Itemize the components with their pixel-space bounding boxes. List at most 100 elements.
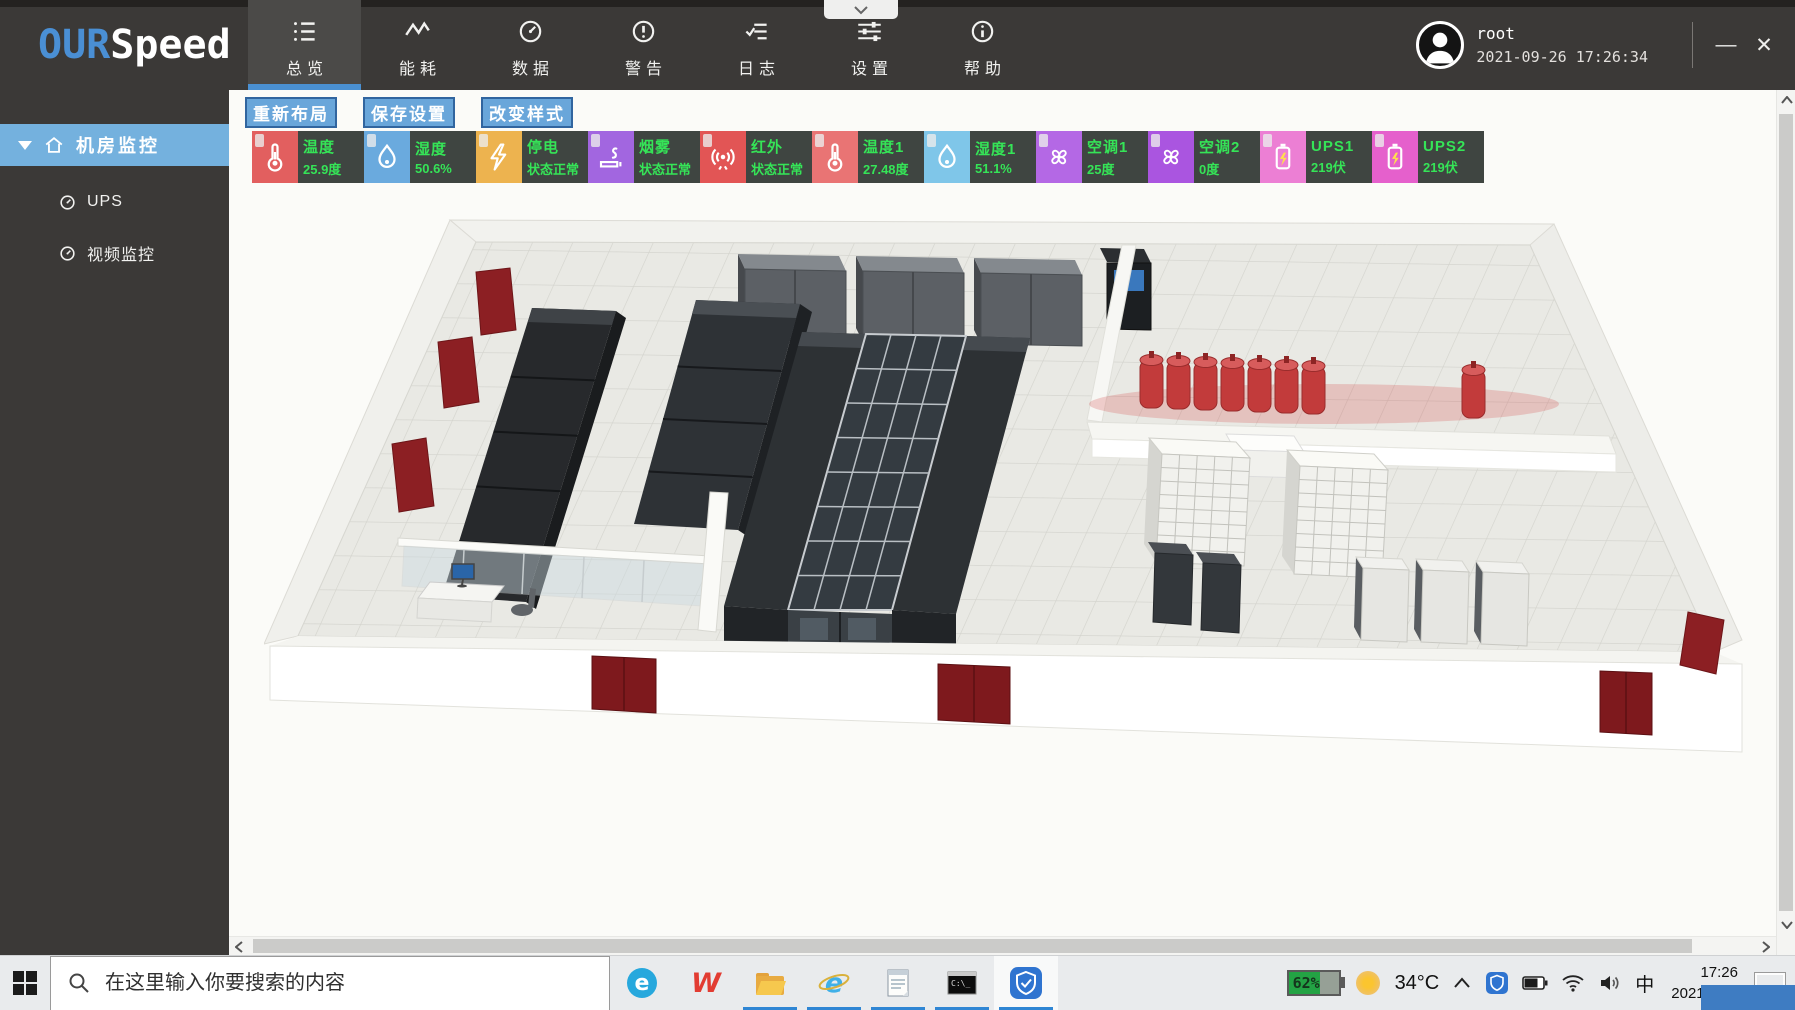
start-button[interactable]	[0, 956, 50, 1010]
taskbar-app-edge[interactable]: e	[610, 956, 674, 1010]
nav-tab-energy[interactable]: 能耗	[361, 0, 474, 90]
windows-taskbar: e W e C:\_	[0, 955, 1795, 1010]
scroll-down-button[interactable]	[1777, 915, 1795, 935]
tray-security-shield-icon[interactable]	[1485, 971, 1509, 995]
svg-text:e: e	[825, 968, 843, 999]
chevron-up-icon[interactable]	[1452, 976, 1472, 990]
close-button[interactable]: ✕	[1745, 26, 1783, 64]
sensor-badge-power-outage[interactable]: 停电 状态正常	[476, 131, 588, 183]
scroll-up-button[interactable]	[1777, 90, 1795, 110]
nav-tab-data[interactable]: 数据	[474, 0, 587, 90]
taskbar-search-box[interactable]	[50, 956, 610, 1010]
background-window-corner	[1701, 985, 1795, 1010]
nav-label: 总览	[281, 55, 328, 79]
chevron-down-icon	[1781, 921, 1793, 929]
overview-list-icon	[291, 18, 318, 45]
vertical-scroll-thumb[interactable]	[1779, 114, 1793, 911]
sidebar: 机房监控 UPS 视频监控	[0, 90, 229, 955]
sidebar-item-label: UPS	[87, 193, 123, 211]
taskbar-app-wps[interactable]: W	[674, 956, 738, 1010]
horizontal-scrollbar[interactable]	[229, 936, 1776, 955]
settings-sliders-icon	[856, 18, 883, 45]
sensor-badge-humidity1[interactable]: 湿度1 51.1%	[924, 131, 1036, 183]
wps-office-icon: W	[689, 966, 723, 1000]
taskbar-app-notepad[interactable]	[866, 956, 930, 1010]
taskbar-app-file-explorer[interactable]	[738, 956, 802, 1010]
horizontal-scroll-thumb[interactable]	[253, 939, 1692, 953]
droplet-icon	[924, 131, 970, 183]
sensor-badge-ac1[interactable]: 空调1 25度	[1036, 131, 1148, 183]
sensor-badge-ups1[interactable]: UPS1 219伏	[1260, 131, 1372, 183]
avatar[interactable]	[1416, 21, 1464, 69]
search-icon	[67, 971, 91, 995]
ups-battery-icon	[1260, 131, 1306, 183]
sensor-badge-temperature1[interactable]: 温度1 27.48度	[812, 131, 924, 183]
weather-sun-icon[interactable]	[1354, 969, 1382, 997]
chevron-left-icon	[235, 941, 243, 953]
energy-pulse-icon	[404, 18, 431, 45]
nav-tab-overview[interactable]: 总览	[248, 0, 361, 90]
tray-battery-icon[interactable]	[1522, 975, 1548, 991]
help-info-icon	[969, 18, 996, 45]
sensor-label: UPS2	[1423, 138, 1484, 155]
internet-explorer-icon: e	[816, 965, 852, 1001]
sidebar-item-room-monitoring[interactable]: 机房监控	[0, 124, 229, 166]
user-icon	[1420, 25, 1460, 65]
sensor-badge-smoke[interactable]: 烟雾 状态正常	[588, 131, 700, 183]
sidebar-item-ups[interactable]: UPS	[0, 187, 229, 217]
taskbar-app-security-center[interactable]	[994, 956, 1058, 1010]
thermometer-icon	[812, 131, 858, 183]
sensor-label: 温度	[303, 136, 364, 157]
sensor-label: 空调2	[1199, 136, 1260, 157]
svg-text:C:\_: C:\_	[951, 979, 970, 988]
sensor-badge-ac2[interactable]: 空调2 0度	[1148, 131, 1260, 183]
sidebar-item-video-monitoring[interactable]: 视频监控	[0, 238, 229, 268]
sensor-value: 219伏	[1311, 157, 1372, 176]
change-style-button[interactable]: 改变样式	[481, 97, 573, 128]
thermometer-icon	[252, 131, 298, 183]
chevron-up-icon	[1781, 96, 1793, 104]
logo-text-blue: OUR	[38, 22, 110, 68]
nav-tab-help[interactable]: 帮助	[926, 0, 1039, 90]
wifi-icon[interactable]	[1561, 973, 1585, 993]
smoke-icon	[588, 131, 634, 183]
taskbar-app-command-prompt[interactable]: C:\_	[930, 956, 994, 1010]
relayout-button[interactable]: 重新布局	[245, 97, 337, 128]
svg-text:W: W	[691, 968, 722, 999]
collapse-tab-button[interactable]	[824, 0, 898, 19]
sensor-value: 25度	[1087, 159, 1148, 178]
sensor-value: 状态正常	[751, 159, 812, 178]
sensor-badge-ups2[interactable]: UPS2 219伏	[1372, 131, 1484, 183]
weather-temperature[interactable]: 34°C	[1395, 972, 1440, 995]
svg-text:e: e	[635, 971, 650, 996]
scroll-left-button[interactable]	[229, 937, 249, 955]
app-logo: OURSpeed	[0, 0, 248, 90]
save-settings-button[interactable]: 保存设置	[363, 97, 455, 128]
nav-tab-alerts[interactable]: 警告	[587, 0, 700, 90]
nav-tab-logs[interactable]: 日志	[700, 0, 813, 90]
taskbar-app-internet-explorer[interactable]: e	[802, 956, 866, 1010]
sensor-label: 湿度1	[975, 138, 1036, 159]
sensor-value: 状态正常	[639, 159, 700, 178]
minimize-button[interactable]: —	[1707, 26, 1745, 64]
sensor-badge-temperature[interactable]: 温度 25.9度	[252, 131, 364, 183]
white-cabinet-row	[1354, 557, 1529, 646]
vertical-scrollbar[interactable]	[1776, 90, 1795, 955]
speaker-icon[interactable]	[1598, 973, 1622, 993]
sensor-badge-humidity[interactable]: 湿度 50.6%	[364, 131, 476, 183]
server-room-3d-view[interactable]	[264, 212, 1770, 813]
clock-time: 17:26	[1671, 962, 1738, 983]
sensor-value: 27.48度	[863, 159, 924, 178]
fan-icon	[1036, 131, 1082, 183]
sensor-label: 烟雾	[639, 136, 700, 157]
sensor-value: 0度	[1199, 159, 1260, 178]
search-input[interactable]	[105, 972, 565, 995]
home-icon	[43, 134, 65, 156]
nav-label: 警告	[620, 55, 667, 79]
sensor-badge-infrared[interactable]: 红外 状态正常	[700, 131, 812, 183]
scroll-right-button[interactable]	[1756, 937, 1776, 955]
battery-indicator[interactable]: 62%	[1287, 970, 1341, 996]
ime-indicator[interactable]: 中	[1635, 970, 1654, 997]
main-nav: 总览 能耗 数据 警告 日志 设置	[248, 0, 1039, 90]
fan-icon	[1148, 131, 1194, 183]
